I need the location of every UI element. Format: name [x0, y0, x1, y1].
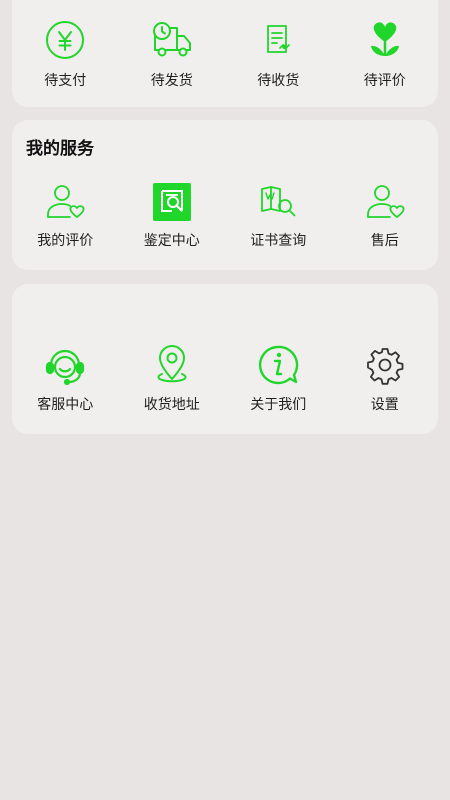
order-pending-shipment-label: 待发货: [150, 73, 193, 89]
yen-circle-icon: [43, 18, 87, 62]
option-settings[interactable]: 设置: [332, 342, 439, 414]
services-title: 我的服务: [26, 139, 94, 159]
option-customer-service-label: 客服中心: [37, 397, 94, 413]
option-customer-service[interactable]: 客服中心: [12, 342, 119, 414]
certificate-search-icon: [256, 178, 300, 224]
order-pending-payment-label: 待支付: [44, 73, 87, 89]
service-certificate-query-label: 证书查询: [250, 233, 307, 249]
order-pending-payment[interactable]: 待支付: [12, 18, 119, 90]
more-options-card: 客服中心 收货地址 关于我们 设置: [12, 284, 438, 434]
more-options-grid: 客服中心 收货地址 关于我们 设置: [12, 342, 438, 414]
service-my-reviews-label: 我的评价: [37, 233, 94, 249]
heart-flower-icon: [363, 18, 407, 62]
gear-icon: [363, 342, 407, 388]
service-after-sales-label: 售后: [370, 233, 399, 249]
service-my-reviews[interactable]: 我的评价: [12, 178, 119, 250]
option-about-us[interactable]: 关于我们: [225, 342, 332, 414]
option-settings-label: 设置: [370, 397, 399, 413]
order-status-grid: 待支付 待发货 待收货 待评价: [12, 18, 438, 90]
order-pending-review-label: 待评价: [363, 73, 406, 89]
receipt-icon: [256, 18, 300, 62]
order-pending-receipt[interactable]: 待收货: [225, 18, 332, 90]
location-pin-icon: [150, 342, 194, 388]
delivery-truck-icon: [150, 18, 194, 62]
option-shipping-address-label: 收货地址: [143, 397, 200, 413]
order-pending-shipment[interactable]: 待发货: [119, 18, 226, 90]
order-status-card: 待支付 待发货 待收货 待评价: [12, 0, 438, 107]
customer-service-icon: [43, 342, 87, 388]
service-after-sales[interactable]: 售后: [332, 178, 439, 250]
service-appraisal-center-label: 鉴定中心: [143, 233, 200, 249]
service-certificate-query[interactable]: 证书查询: [225, 178, 332, 250]
info-bubble-icon: [256, 342, 300, 388]
option-shipping-address[interactable]: 收货地址: [119, 342, 226, 414]
user-heart-icon: [43, 178, 87, 224]
service-appraisal-center[interactable]: 鉴定中心: [119, 178, 226, 250]
user-heart-icon: [363, 178, 407, 224]
services-grid: 我的评价 鉴定中心 证书查询 售后: [12, 178, 438, 250]
my-services-card: 我的服务 我的评价 鉴定中心 证书查询 售后: [12, 120, 438, 270]
order-pending-receipt-label: 待收货: [257, 73, 300, 89]
option-about-us-label: 关于我们: [250, 397, 307, 413]
appraisal-scan-icon: [150, 178, 194, 224]
order-pending-review[interactable]: 待评价: [332, 18, 439, 90]
